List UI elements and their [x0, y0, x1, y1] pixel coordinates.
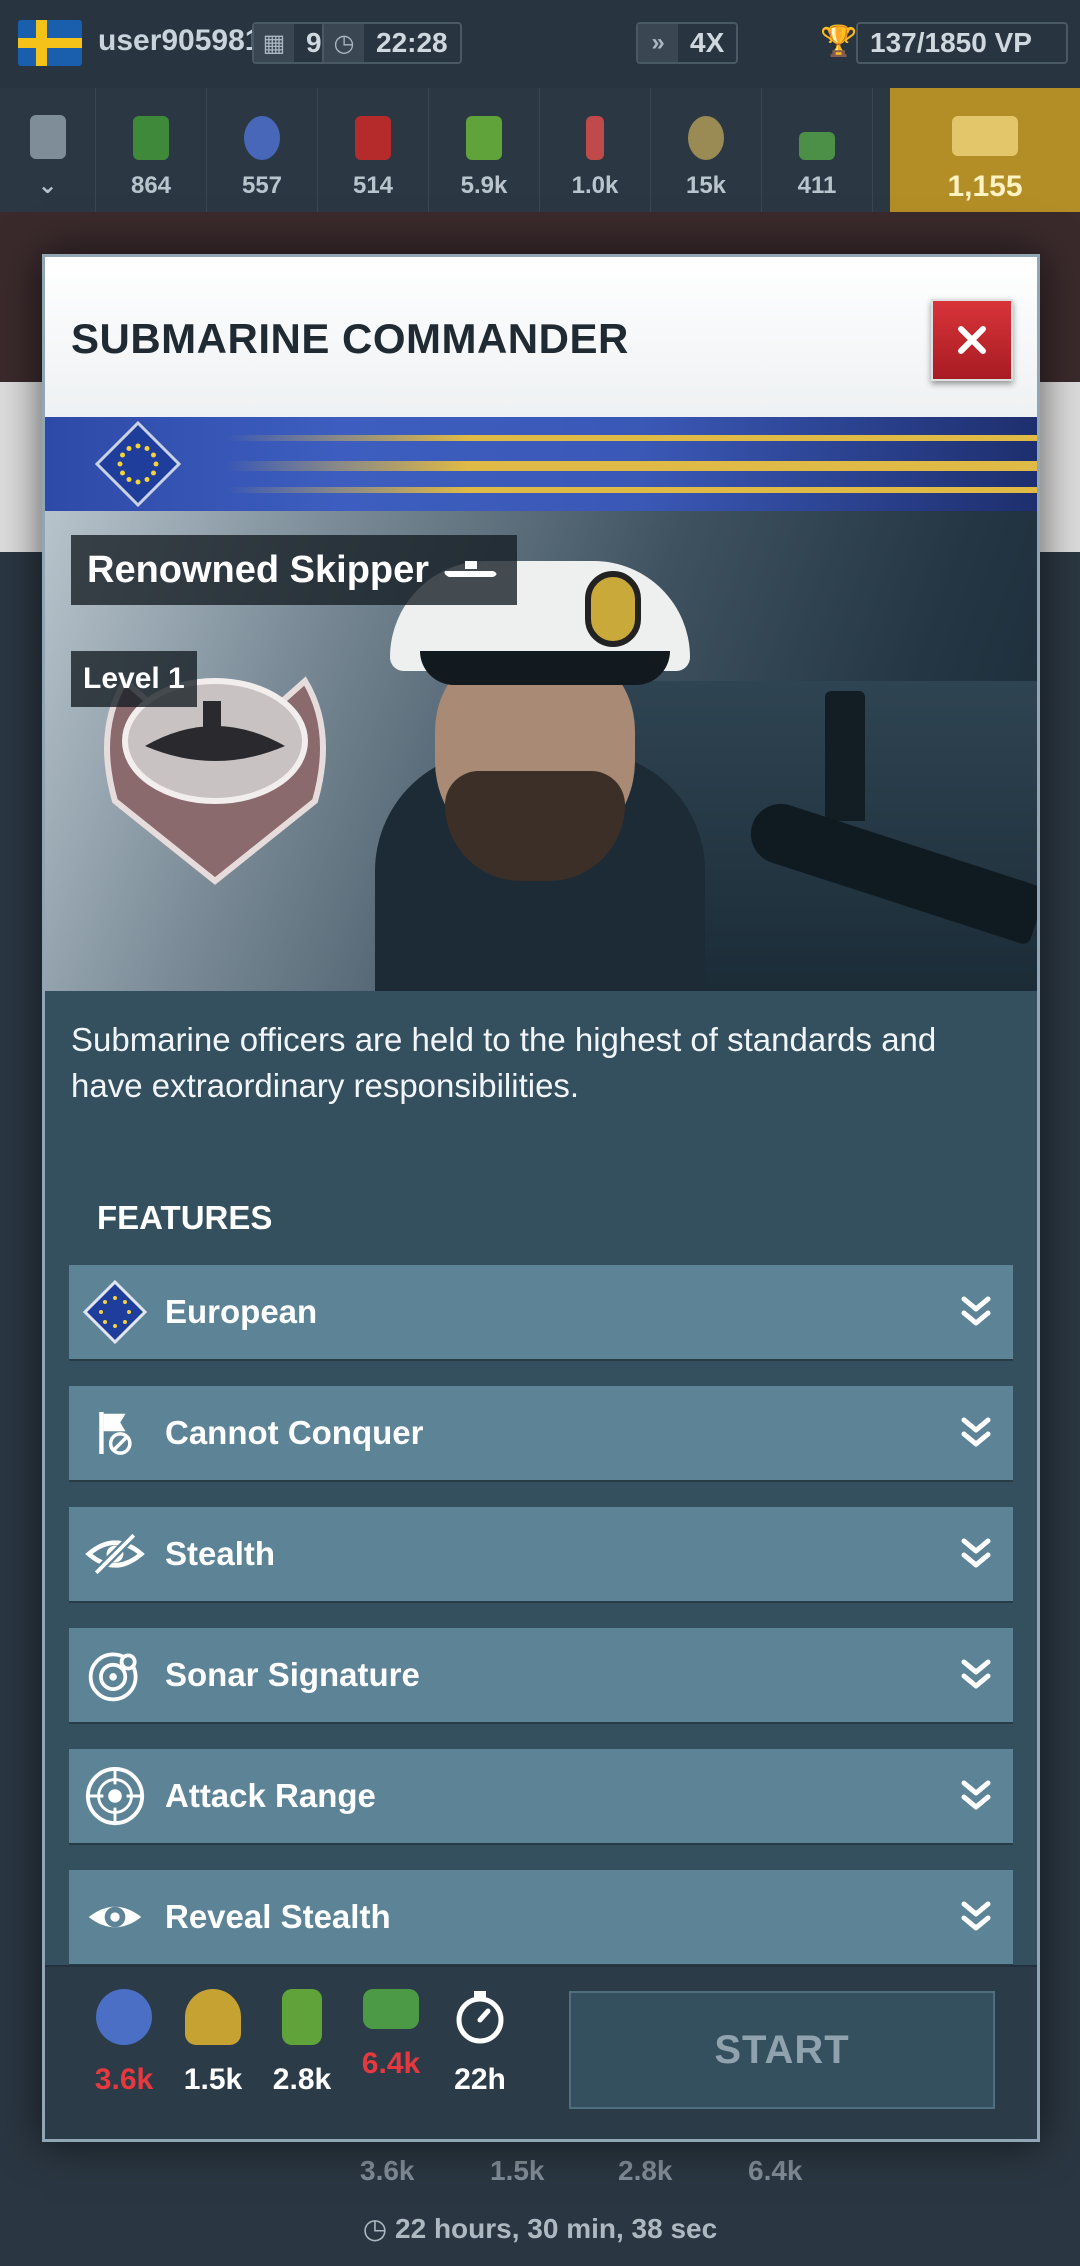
feature-cannot-conquer[interactable]: Cannot Conquer [69, 1386, 1013, 1480]
gold-bars-icon [952, 116, 1018, 156]
feature-sonar-signature[interactable]: Sonar Signature [69, 1628, 1013, 1722]
gear-icon [96, 1989, 152, 2045]
background-timer: ◷ 22 hours, 30 min, 38 sec [362, 2213, 718, 2244]
sweden-flag-icon [18, 20, 82, 66]
feature-stealth[interactable]: Stealth [69, 1507, 1013, 1601]
fuel-can-icon [355, 116, 391, 160]
eu-flag-icon [83, 1280, 147, 1344]
modal-footer: 3.6k 1.5k 2.8k 6.4k 22h START [45, 1965, 1037, 2139]
money-icon [363, 1989, 419, 2029]
no-conquer-flag-icon [83, 1401, 147, 1465]
level-tag: Level 1 [71, 651, 197, 707]
chevron-double-down-icon [961, 1659, 991, 1689]
gold-balance[interactable]: 1,155 [890, 88, 1080, 212]
start-button[interactable]: START [569, 1991, 995, 2109]
resource-supplies[interactable]: 864 [96, 88, 207, 212]
trophy-icon: 🏆 [820, 25, 858, 58]
resource-manpower[interactable]: 15k [651, 88, 762, 212]
commander-description: Submarine officers are held to the highe… [71, 1021, 937, 1104]
sonar-icon [83, 1643, 147, 1707]
resource-rare-materials[interactable]: 1.0k [540, 88, 651, 212]
rank-name: Renowned Skipper [87, 548, 430, 591]
background-stat: 2.8k [618, 2155, 673, 2186]
money-icon [799, 132, 835, 160]
chevron-double-down-icon [961, 1538, 991, 1568]
close-button[interactable] [931, 299, 1013, 381]
chevron-down-icon: ⌄ [37, 172, 58, 199]
cost-electronics: 2.8k [257, 1989, 347, 2097]
stealth-icon [83, 1522, 147, 1586]
cost-time: 22h [435, 1989, 525, 2097]
helmet-icon [688, 116, 724, 160]
commander-modal: SUBMARINE COMMANDER Renowned Skipper Lev… [42, 254, 1040, 2142]
feature-european[interactable]: European [69, 1265, 1013, 1359]
crate-icon [29, 115, 66, 159]
target-icon [83, 1764, 147, 1828]
modal-header: SUBMARINE COMMANDER [45, 257, 1037, 417]
stopwatch-icon [456, 1991, 504, 2044]
feature-reveal-stealth[interactable]: Reveal Stealth [69, 1870, 1013, 1964]
features-heading: FEATURES [97, 1199, 273, 1236]
cost-money: 6.4k [346, 1989, 436, 2081]
chevron-double-down-icon [961, 1901, 991, 1931]
commander-portrait: Renowned Skipper Level 1 [45, 511, 1037, 991]
calendar-icon: ▦ [254, 24, 294, 62]
speed-control[interactable]: » 4X [636, 22, 739, 64]
rocket-icon [586, 116, 604, 160]
cost-manpower: 1.5k [168, 1989, 258, 2097]
victory-points[interactable]: 137/1850 VP [856, 22, 1068, 64]
eye-icon [83, 1885, 147, 1949]
game-clock[interactable]: ◷ 22:28 [322, 22, 462, 64]
chevron-double-down-icon [961, 1296, 991, 1326]
fast-forward-icon: » [638, 24, 678, 62]
background-stat: 6.4k [748, 2155, 803, 2186]
eu-flag-icon [95, 421, 181, 507]
chevron-double-down-icon [961, 1780, 991, 1810]
rank-tag: Renowned Skipper [71, 535, 518, 605]
supplies-icon [133, 116, 169, 160]
resource-money[interactable]: 411 [762, 88, 873, 212]
resource-components[interactable]: 557 [207, 88, 318, 212]
feature-attack-range[interactable]: Attack Range [69, 1749, 1013, 1843]
clock-icon: ◷ [362, 2213, 396, 2244]
background-stat: 1.5k [490, 2155, 545, 2186]
submarine-icon [444, 561, 497, 577]
top-bar: user90598142 ▦ 9 ◷ 22:28 » 4X 🏆 137/1850… [0, 0, 1080, 88]
circuit-icon [282, 1989, 322, 2045]
background-stat: 3.6k [360, 2155, 415, 2186]
circuit-icon [466, 116, 502, 160]
features-list: European Cannot Conquer Stealth Sonar Si… [69, 1265, 1013, 1991]
nation-banner [45, 417, 1037, 511]
clock-icon: ◷ [324, 24, 364, 62]
close-icon [958, 326, 986, 354]
cost-components: 3.6k [79, 1989, 169, 2097]
chevron-double-down-icon [961, 1417, 991, 1447]
modal-title: SUBMARINE COMMANDER [71, 315, 629, 362]
helmet-icon [185, 1989, 241, 2045]
resource-fuel[interactable]: 514 [318, 88, 429, 212]
resource-menu-toggle[interactable]: ⌄ [0, 88, 96, 212]
gear-icon [244, 116, 280, 160]
resource-electronics[interactable]: 5.9k [429, 88, 540, 212]
